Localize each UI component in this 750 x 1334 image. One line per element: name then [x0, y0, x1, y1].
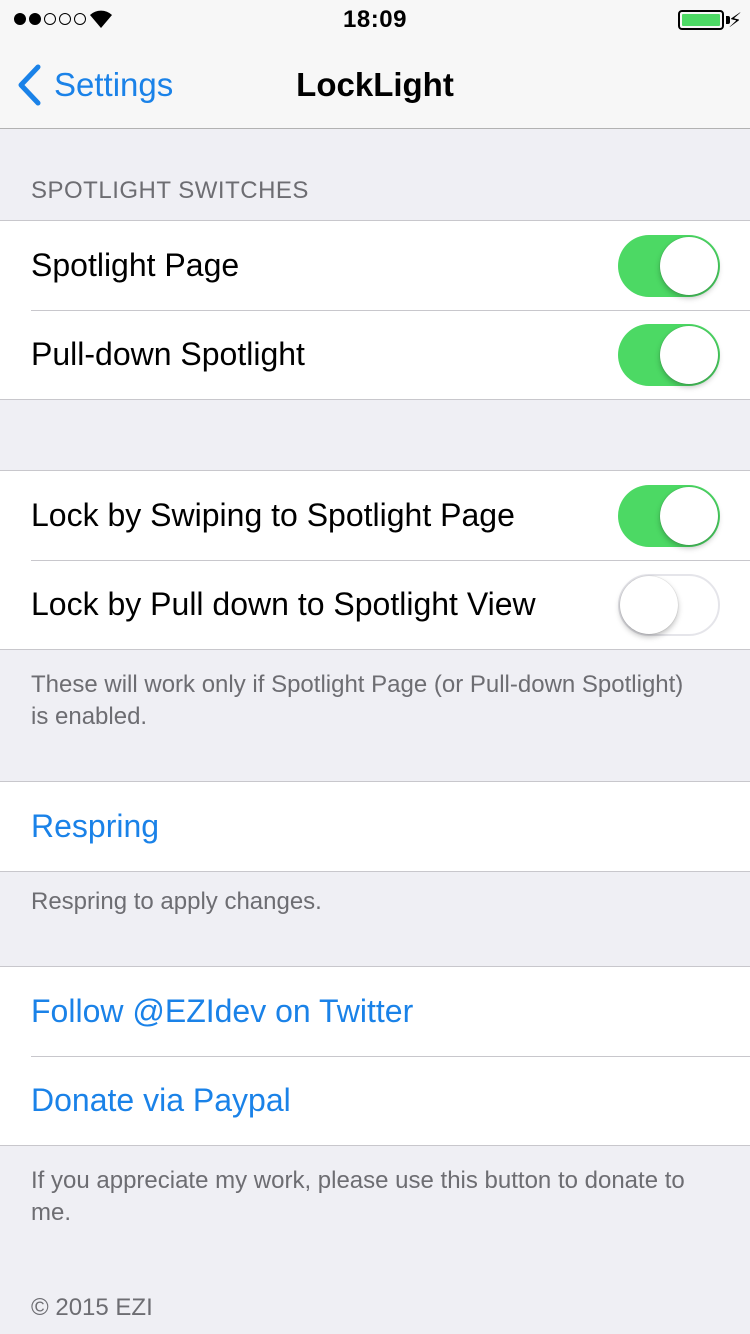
toggle-knob	[660, 325, 718, 384]
respring-footer-note: Respring to apply changes.	[31, 888, 322, 915]
list-item-lock-pulldown: Lock by Pull down to Spotlight View	[0, 560, 750, 649]
paypal-link[interactable]: Donate via Paypal	[0, 1056, 750, 1145]
respring-label: Respring	[31, 808, 160, 844]
battery-icon	[678, 10, 724, 30]
toggle-lock-pulldown[interactable]	[618, 573, 720, 636]
toggle-knob	[660, 486, 718, 545]
status-time: 18:09	[343, 6, 407, 33]
toggle-pulldown-spotlight[interactable]	[618, 323, 720, 386]
charging-bolt-icon: ⚡	[727, 10, 742, 32]
twitter-link[interactable]: Follow @EZIdev on Twitter	[0, 967, 750, 1056]
respring-button[interactable]: Respring	[0, 782, 750, 871]
spotlight-switches-group: Spotlight Page Pull-down Spotlight	[0, 220, 750, 400]
twitter-link-label: Follow @EZIdev on Twitter	[31, 993, 414, 1029]
lock-footer-note: These will work only if Spotlight Page (…	[31, 671, 684, 730]
lock-switches-group: Lock by Swiping to Spotlight Page Lock b…	[0, 470, 750, 650]
battery-level	[682, 14, 720, 26]
list-item-lock-swipe: Lock by Swiping to Spotlight Page	[0, 471, 750, 560]
toggle-spotlight-page[interactable]	[618, 234, 720, 297]
respring-group: Respring	[0, 781, 750, 872]
copyright: © 2015 EZI	[31, 1294, 153, 1321]
cell-label: Spotlight Page	[31, 247, 240, 283]
navigation-bar: Settings LockLight	[0, 40, 750, 129]
toggle-knob	[620, 575, 678, 634]
list-item-spotlight-page: Spotlight Page	[0, 221, 750, 310]
status-bar: 18:09 ⚡	[0, 0, 750, 40]
section-header-spotlight: SPOTLIGHT SWITCHES	[31, 177, 309, 204]
links-group: Follow @EZIdev on Twitter Donate via Pay…	[0, 966, 750, 1146]
toggle-knob	[660, 236, 718, 295]
donate-footer-note: If you appreciate my work, please use th…	[31, 1167, 685, 1226]
cell-label: Lock by Swiping to Spotlight Page	[31, 497, 515, 533]
cell-label: Pull-down Spotlight	[31, 336, 305, 372]
list-item-pulldown-spotlight: Pull-down Spotlight	[0, 310, 750, 399]
page-title: LockLight	[296, 66, 454, 103]
paypal-link-label: Donate via Paypal	[31, 1082, 291, 1118]
toggle-lock-swipe[interactable]	[618, 484, 720, 547]
cell-label: Lock by Pull down to Spotlight View	[31, 586, 536, 622]
